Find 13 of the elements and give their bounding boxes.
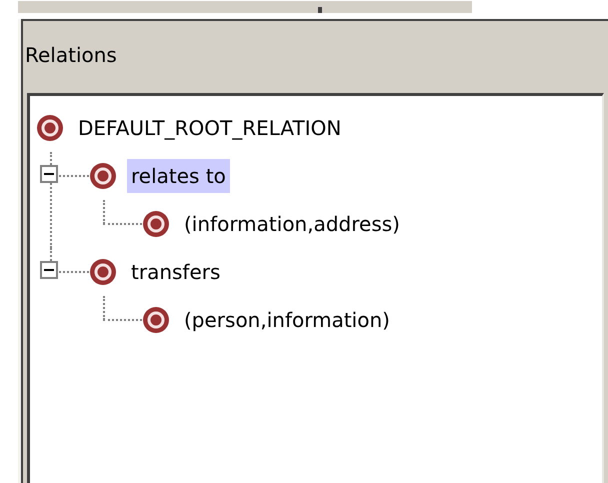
relation-icon [142,210,170,238]
collapse-toggle[interactable] [40,261,58,279]
relation-icon [142,306,170,334]
relation-icon [89,258,117,286]
relation-icon [89,162,117,190]
tree-item[interactable]: DEFAULT_ROOT_RELATION [74,111,346,145]
tree-item[interactable]: (information,address) [180,207,404,241]
collapse-toggle[interactable] [40,165,58,183]
relation-icon [36,114,64,142]
panel-title: Relations [25,42,117,69]
tree-item[interactable]: relates to [127,159,230,193]
tree-item[interactable]: transfers [127,255,224,289]
tree-item[interactable]: (person,information) [180,303,394,337]
